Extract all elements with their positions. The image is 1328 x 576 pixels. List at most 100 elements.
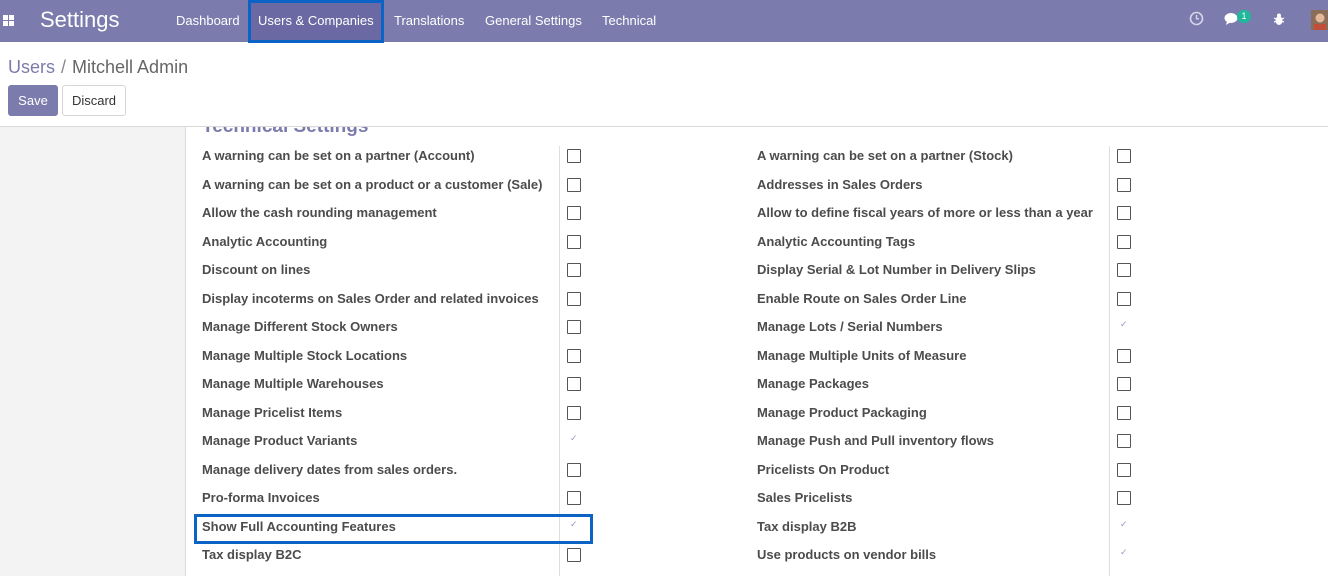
menu-general-settings[interactable]: General Settings [485, 0, 582, 42]
right-setting-row: Allow to define fiscal years of more or … [757, 204, 1137, 224]
menu-translations[interactable]: Translations [394, 0, 464, 42]
left-setting-row: Allow the cash rounding management [202, 204, 587, 224]
setting-label: Manage Multiple Warehouses [202, 376, 384, 391]
right-setting-row: Manage Product Packaging [757, 404, 1137, 424]
right-setting-row: Enable Route on Sales Order Line [757, 290, 1137, 310]
setting-label: Manage Different Stock Owners [202, 319, 398, 334]
setting-label: Manage Packages [757, 376, 870, 391]
right-setting-row: Addresses in Sales Orders [757, 176, 1137, 196]
menu-dashboard[interactable]: Dashboard [176, 0, 240, 42]
setting-label: Manage Multiple Units of Measure [757, 348, 967, 363]
discard-button[interactable]: Discard [62, 85, 126, 116]
setting-label: Discount on lines [202, 262, 311, 277]
setting-label: Display incoterms on Sales Order and rel… [202, 291, 539, 306]
setting-checkbox[interactable] [1117, 292, 1131, 306]
setting-checkbox[interactable] [1117, 463, 1131, 477]
setting-label: Addresses in Sales Orders [757, 177, 923, 192]
left-setting-row: Manage delivery dates from sales orders. [202, 461, 587, 481]
left-setting-row: A warning can be set on a product or a c… [202, 176, 587, 196]
setting-checkbox[interactable] [567, 320, 581, 334]
setting-label: Display Serial & Lot Number in Delivery … [757, 262, 1036, 277]
setting-checkbox[interactable] [567, 491, 581, 505]
setting-checkbox[interactable] [1117, 434, 1131, 448]
setting-label: Manage Product Packaging [757, 405, 927, 420]
left-setting-row: A warning can be set on a partner (Accou… [202, 147, 587, 167]
setting-checkbox[interactable] [567, 463, 581, 477]
setting-checkbox[interactable] [1117, 491, 1131, 505]
setting-checkbox[interactable] [567, 263, 581, 277]
menu-users-companies[interactable]: Users & Companies [258, 0, 374, 42]
breadcrumb-separator: / [61, 57, 67, 77]
left-setting-row: Pro-forma Invoices [202, 489, 587, 509]
setting-checkbox[interactable] [567, 149, 581, 163]
form-background [0, 127, 186, 576]
left-setting-row: Display incoterms on Sales Order and rel… [202, 290, 587, 310]
setting-label: Pro-forma Invoices [202, 490, 320, 505]
setting-checkbox[interactable] [567, 206, 581, 220]
right-setting-row: Use products on vendor bills [757, 546, 1137, 566]
setting-checkbox[interactable] [567, 178, 581, 192]
setting-label: Enable Route on Sales Order Line [757, 291, 967, 306]
avatar[interactable] [1311, 10, 1328, 30]
left-setting-row: Manage Pricelist Items [202, 404, 587, 424]
left-setting-row: Manage Multiple Stock Locations [202, 347, 587, 367]
setting-checkbox[interactable] [567, 235, 581, 249]
right-setting-row: Display Serial & Lot Number in Delivery … [757, 261, 1137, 281]
setting-checkbox[interactable] [1117, 235, 1131, 249]
left-setting-row: Manage Different Stock Owners [202, 318, 587, 338]
setting-checkbox[interactable] [1117, 349, 1131, 363]
setting-label: Use products on vendor bills [757, 547, 937, 562]
section-title: Technical Settings [202, 127, 368, 138]
app-title: Settings [40, 7, 120, 32]
setting-checkbox[interactable] [1117, 149, 1131, 163]
apps-grid-icon[interactable] [3, 15, 14, 26]
setting-checkbox[interactable] [567, 548, 581, 562]
setting-checkbox[interactable] [567, 377, 581, 391]
breadcrumb: Users / Mitchell Admin [8, 56, 188, 78]
focus-highlight [194, 514, 593, 544]
setting-label: Allow to define fiscal years of more or … [757, 205, 1093, 220]
right-setting-row: A warning can be set on a partner (Stock… [757, 147, 1137, 167]
setting-label: Analytic Accounting Tags [757, 234, 916, 249]
right-setting-row: Analytic Accounting Tags [757, 233, 1137, 253]
right-setting-row: Manage Lots / Serial Numbers [757, 318, 1137, 338]
setting-label: Manage Product Variants [202, 433, 358, 448]
setting-label: Pricelists On Product [757, 462, 890, 477]
setting-label: Sales Pricelists [757, 490, 853, 505]
setting-checkbox[interactable] [567, 433, 581, 448]
bug-icon[interactable] [1273, 13, 1285, 26]
clock-icon[interactable] [1189, 11, 1204, 26]
setting-checkbox[interactable] [1117, 263, 1131, 277]
right-setting-row: Manage Push and Pull inventory flows [757, 432, 1137, 452]
setting-checkbox[interactable] [567, 292, 581, 306]
breadcrumb-users-link[interactable]: Users [8, 57, 55, 77]
setting-checkbox[interactable] [567, 349, 581, 363]
setting-checkbox[interactable] [1117, 377, 1131, 391]
top-navbar: Settings Dashboard Users & Companies Tra… [0, 0, 1328, 43]
setting-label: Manage Lots / Serial Numbers [757, 319, 943, 334]
setting-label: Manage delivery dates from sales orders. [202, 462, 458, 477]
setting-checkbox[interactable] [1117, 319, 1131, 334]
setting-label: A warning can be set on a partner (Accou… [202, 148, 475, 163]
setting-checkbox[interactable] [567, 406, 581, 420]
setting-checkbox[interactable] [1117, 178, 1131, 192]
setting-label: Manage Pricelist Items [202, 405, 343, 420]
menu-technical[interactable]: Technical [602, 0, 656, 42]
setting-label: Analytic Accounting [202, 234, 328, 249]
setting-checkbox[interactable] [1117, 406, 1131, 420]
setting-label: Tax display B2C [202, 547, 302, 562]
right-setting-row: Sales Pricelists [757, 489, 1137, 509]
left-setting-row: Manage Product Variants [202, 432, 587, 452]
right-setting-row: Manage Multiple Units of Measure [757, 347, 1137, 367]
save-button[interactable]: Save [8, 85, 58, 116]
setting-checkbox[interactable] [1117, 547, 1131, 562]
left-setting-row: Discount on lines [202, 261, 587, 281]
right-setting-row: Manage Packages [757, 375, 1137, 395]
setting-checkbox[interactable] [1117, 206, 1131, 220]
breadcrumb-current: Mitchell Admin [72, 57, 189, 77]
chat-count-badge: 1 [1237, 10, 1251, 23]
form-sheet: Technical Settings A warning can be set … [186, 127, 1328, 576]
setting-label: A warning can be set on a product or a c… [202, 177, 543, 192]
setting-checkbox[interactable] [1117, 519, 1131, 534]
setting-label: A warning can be set on a partner (Stock… [757, 148, 1013, 163]
